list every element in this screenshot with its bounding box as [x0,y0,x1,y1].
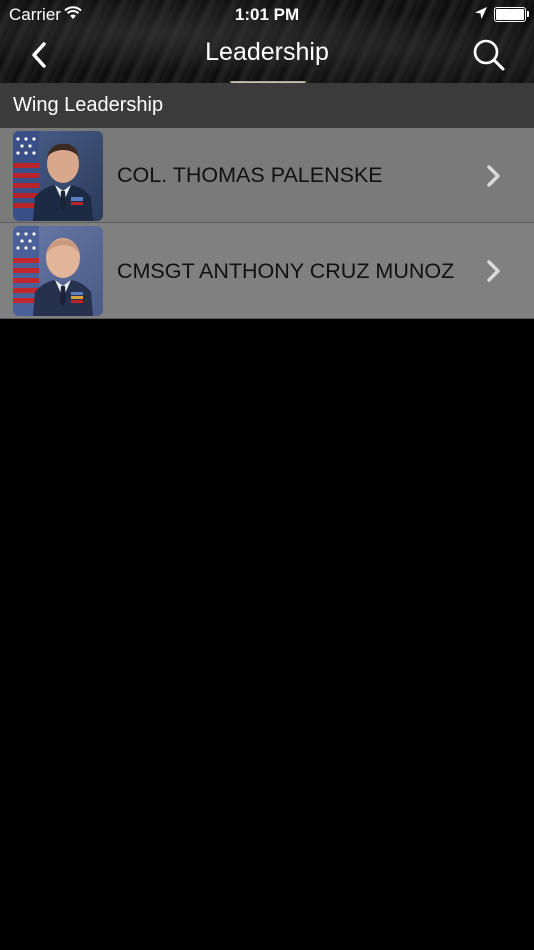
search-button[interactable] [470,36,508,74]
list-item[interactable]: CMSGT ANTHONY CRUZ MUNOZ [0,223,534,319]
section-title: Wing Leadership [13,94,164,116]
portrait-photo [13,131,103,221]
battery-icon [494,7,529,22]
search-icon [473,39,505,71]
list-item[interactable]: COL. THOMAS PALENSKE [0,128,534,223]
person-name: COL. THOMAS PALENSKE [117,163,383,187]
clock: 1:01 PM [234,5,300,24]
page-title: Leadership [205,38,329,66]
chevron-right-icon [487,165,500,187]
location-arrow-icon [475,7,487,19]
header-bar: Carrier 1:01 PM Leadership [0,0,534,83]
portrait-photo [13,226,103,316]
status-bar: Carrier 1:01 PM [0,0,534,28]
leadership-list: COL. THOMAS PALENSKE CMSGT ANTHONY CRUZ … [0,128,534,319]
section-header: Wing Leadership [0,83,534,128]
person-name: CMSGT ANTHONY CRUZ MUNOZ [117,258,455,283]
chevron-right-icon [487,260,500,282]
